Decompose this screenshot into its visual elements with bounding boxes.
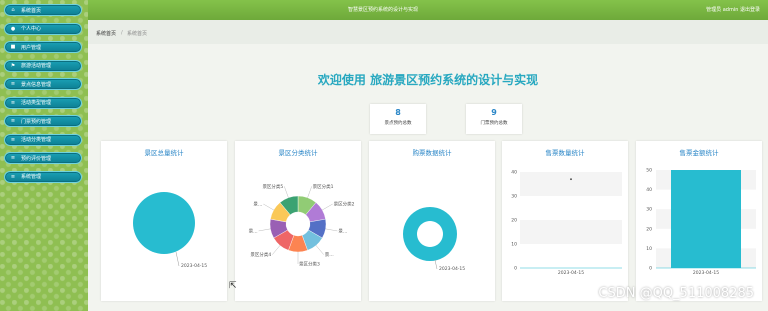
- chart-canvas: 50 40 30 20 10 0 2023-04-15: [646, 168, 756, 276]
- mouse-cursor-icon: ⇱: [229, 281, 237, 291]
- sidebar-item-4[interactable]: ≡ 景点信息管理: [4, 78, 82, 90]
- slice-label: 景区分类4: [250, 251, 271, 258]
- bar: [671, 170, 741, 268]
- slice-label: 2023-04-15: [439, 266, 465, 272]
- slice-label: 景区分类1: [313, 183, 334, 190]
- chart-card-scenic-category: 景区分类统计 景区分类1 景区分类2 景… 景… 景区分类3 景区分类4 景… 景… 景区分类5: [235, 141, 361, 301]
- sidebar: ⌂ 系统首页 ● 个人中心 ■ 用户管理 ⚑ 旅游活动管理 ≡ 景点信息管理 ≡ 活动类型管理 ≡ 门票预…: [0, 0, 88, 311]
- data-point: [570, 178, 572, 181]
- label-line: [322, 203, 333, 211]
- list-icon: ≡: [10, 155, 16, 161]
- list-icon: ≡: [10, 118, 16, 124]
- sidebar-item-8[interactable]: ≡ 预约评价管理: [4, 152, 82, 164]
- chart-card-purchase: 购票数据统计 2023-04-15: [369, 141, 495, 301]
- slice-label: 景…: [253, 202, 262, 208]
- slice-label: 2023-04-15: [181, 263, 207, 269]
- stat-value: 8: [395, 108, 401, 117]
- x-tick-label: 2023-04-15: [693, 270, 719, 276]
- x-tick-label: 2023-04-15: [558, 270, 584, 276]
- slice-label: 景区分类3: [299, 261, 320, 268]
- stat-card-attractions: 8 景点预约总数: [370, 104, 426, 134]
- sidebar-item-5[interactable]: ≡ 活动类型管理: [4, 96, 82, 109]
- group-icon: ■: [10, 44, 16, 50]
- chart-canvas: 景区分类1 景区分类2 景… 景… 景区分类3 景区分类4 景… 景… 景区分类5: [249, 183, 355, 268]
- sidebar-item-2[interactable]: ■ 用户管理: [4, 41, 82, 53]
- stat-label: 景点预约总数: [384, 121, 412, 126]
- slice-label: 景区分类5: [262, 183, 283, 190]
- y-tick-label: 0: [514, 266, 517, 272]
- app-title: 智慧景区预约系统的设计与实现: [347, 7, 418, 13]
- user-icon: ●: [10, 25, 16, 32]
- donut-slice: [402, 207, 457, 261]
- label-line: [258, 228, 271, 232]
- label-line: [325, 228, 338, 232]
- sidebar-item-label: 系统首页: [21, 7, 42, 14]
- sidebar-item-label: 预约评价管理: [21, 155, 52, 162]
- y-tick-label: 20: [646, 226, 652, 232]
- slice-label: 景…: [249, 228, 258, 234]
- breadcrumb-separator: /: [121, 30, 123, 36]
- label-line: [434, 259, 438, 270]
- label-line: [272, 245, 281, 255]
- chart-card-scenic-total: 景区总量统计 2023-04-15: [101, 141, 227, 301]
- chart-card-ticket-amount: 售票金额统计 50 40 30 20 10 0 2023-04-15: [636, 141, 762, 301]
- slice-label: 景…: [325, 252, 334, 258]
- stat-label: 门票预约总数: [480, 121, 508, 126]
- y-tick-label: 40: [646, 187, 652, 193]
- sidebar-item-3[interactable]: ⚑ 旅游活动管理: [4, 59, 82, 72]
- breadcrumb-home[interactable]: 系统首页: [96, 30, 116, 37]
- y-tick-label: 40: [511, 170, 517, 176]
- sidebar-item-7[interactable]: ≡ 活动分类管理: [4, 133, 82, 146]
- list-icon: ≡: [10, 136, 16, 143]
- watermark: CSDN @QQ_511008285: [598, 286, 754, 301]
- list-icon: ≡: [10, 173, 16, 180]
- sidebar-item-6[interactable]: ≡ 门票预约管理: [4, 115, 82, 127]
- label-line: [175, 251, 180, 267]
- sidebar-item-1[interactable]: ● 个人中心: [4, 22, 82, 35]
- breadcrumb-current: 系统首页: [127, 31, 148, 37]
- sidebar-item-label: 用户管理: [21, 44, 42, 51]
- chart-canvas: 2023-04-15: [402, 207, 465, 272]
- y-tick-label: 10: [646, 246, 652, 252]
- label-line: [284, 186, 289, 198]
- welcome-heading: 欢迎使用 旅游景区预约系统的设计与实现: [317, 73, 539, 87]
- y-tick-label: 30: [646, 207, 652, 213]
- y-tick-label: 0: [649, 266, 652, 272]
- y-tick-label: 30: [511, 194, 517, 200]
- slice-label: 景…: [338, 228, 347, 234]
- sidebar-item-label: 系统管理: [21, 174, 42, 180]
- label-line: [307, 186, 312, 198]
- sidebar-item-label: 活动分类管理: [21, 137, 52, 143]
- chart-canvas: 40 30 20 10 0 2023-04-15: [511, 170, 622, 276]
- slice-label: 景区分类2: [334, 201, 355, 208]
- sidebar-item-label: 门票预约管理: [21, 118, 52, 125]
- flag-icon: ⚑: [10, 62, 16, 69]
- y-tick-label: 50: [646, 168, 652, 174]
- breadcrumb: 系统首页 / 系统首页: [88, 20, 768, 45]
- sidebar-item-9[interactable]: ≡ 系统管理: [4, 170, 82, 183]
- sidebar-item-label: 旅游活动管理: [21, 63, 52, 69]
- pie-slice: [133, 192, 195, 254]
- sidebar-item-label: 活动类型管理: [21, 100, 52, 106]
- label-line: [315, 245, 324, 255]
- sidebar-item-label: 个人中心: [21, 26, 42, 32]
- stat-card-tickets: 9 门票预约总数: [466, 104, 522, 134]
- home-icon: ⌂: [11, 7, 15, 13]
- sidebar-item-label: 景点信息管理: [21, 81, 52, 88]
- y-tick-label: 10: [511, 242, 517, 248]
- grid-band: [520, 172, 622, 196]
- list-icon: ≡: [10, 81, 16, 87]
- y-tick-label: 20: [511, 218, 517, 224]
- sidebar-item-0[interactable]: ⌂ 系统首页: [4, 4, 82, 16]
- grid-band: [520, 220, 622, 244]
- chart-card-ticket-count: 售票数量统计 40 30 20 10 0 2023-04-15: [502, 141, 628, 301]
- chart-canvas: 2023-04-15: [133, 192, 207, 269]
- label-line: [263, 203, 274, 211]
- top-bar: 智慧景区预约系统的设计与实现 管理员 admin 退出登录: [88, 0, 768, 20]
- main-content: 欢迎使用 旅游景区预约系统的设计与实现 8 景点预约总数 9 门票预约总数 景区…: [88, 44, 768, 311]
- list-icon: ≡: [10, 99, 16, 106]
- stat-value: 9: [491, 108, 497, 117]
- user-info[interactable]: 管理员 admin 退出登录: [706, 6, 760, 13]
